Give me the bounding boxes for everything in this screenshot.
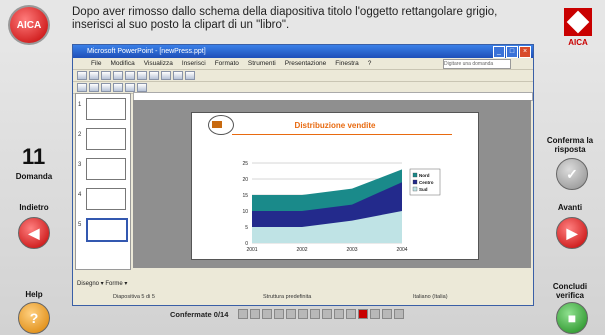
- menu-help[interactable]: ?: [368, 58, 372, 69]
- menu-file[interactable]: File: [91, 58, 101, 69]
- legend-swatch: [412, 179, 418, 185]
- back-label: Indietro: [19, 203, 49, 212]
- question-indicator[interactable]: [262, 309, 273, 319]
- x-tick-label: 2002: [296, 247, 307, 253]
- slide-thumbnail[interactable]: [86, 188, 126, 210]
- minimize-icon[interactable]: _: [493, 46, 505, 58]
- status-bar: Diapositiva 5 di 5 Struttura predefinita…: [73, 293, 531, 302]
- align-left-icon[interactable]: [113, 83, 123, 92]
- question-number: 11: [22, 144, 46, 169]
- quiz-logo: AICA: [8, 5, 50, 45]
- question-indicator[interactable]: [358, 309, 369, 319]
- question-indicator[interactable]: [346, 309, 357, 319]
- menu-bar: File Modifica Visualizza Inserisci Forma…: [73, 58, 533, 70]
- menu-slideshow[interactable]: Presentazione: [285, 58, 327, 69]
- print-icon[interactable]: [113, 71, 123, 80]
- question-indicator[interactable]: [370, 309, 381, 319]
- status-design: Struttura predefinita: [263, 294, 312, 300]
- confirm-label: Conferma la risposta: [546, 136, 594, 154]
- maximize-icon[interactable]: □: [506, 46, 518, 58]
- menu-window[interactable]: Finestra: [335, 58, 358, 69]
- progress-label: Confermate 0/14: [170, 309, 229, 319]
- question-indicator[interactable]: [238, 309, 249, 319]
- x-tick-label: 2004: [396, 247, 407, 253]
- forward-button[interactable]: ▶: [556, 217, 588, 249]
- save-icon[interactable]: [101, 71, 111, 80]
- underline-icon[interactable]: [101, 83, 111, 92]
- help-search-input[interactable]: Digitare una domanda: [443, 59, 511, 69]
- help-button[interactable]: ?: [18, 302, 50, 334]
- slide-thumbnail[interactable]: [86, 98, 126, 120]
- finish-button[interactable]: ■: [556, 302, 588, 334]
- x-tick-label: 2003: [346, 247, 357, 253]
- question-label: Domanda: [15, 172, 53, 181]
- legend-entry: Sud: [419, 187, 428, 192]
- menu-edit[interactable]: Modifica: [110, 58, 134, 69]
- progress-bar: Confermate 0/14: [170, 307, 405, 321]
- align-center-icon[interactable]: [125, 83, 135, 92]
- new-icon[interactable]: [77, 71, 87, 80]
- y-tick-label: 25: [242, 161, 248, 167]
- finish-label: Concludi verifica: [552, 282, 588, 300]
- y-tick-label: 15: [242, 193, 248, 199]
- paste-icon[interactable]: [149, 71, 159, 80]
- slide-thumbnail[interactable]: [86, 128, 126, 150]
- window-titlebar: Microsoft PowerPoint - [newPress.ppt] _ …: [73, 45, 533, 58]
- area-chart[interactable]: 25201510502001 2002 2003 2004NordCentroSud: [192, 113, 478, 259]
- copy-icon[interactable]: [137, 71, 147, 80]
- legend-entry: Nord: [419, 173, 430, 178]
- slide-thumbnail-selected[interactable]: [86, 218, 128, 242]
- status-language: Italiano (Italia): [413, 294, 448, 300]
- bold-icon[interactable]: [77, 83, 87, 92]
- chart-icon[interactable]: [173, 71, 183, 80]
- help-label: Help: [25, 290, 43, 299]
- header-bar: AICA Dopo aver rimosso dallo schema dell…: [0, 0, 605, 47]
- cut-icon[interactable]: [125, 71, 135, 80]
- question-indicator[interactable]: [250, 309, 261, 319]
- menu-view[interactable]: Visualizza: [144, 58, 173, 69]
- y-tick-label: 20: [242, 177, 248, 183]
- back-button[interactable]: ◀: [18, 217, 50, 249]
- open-icon[interactable]: [89, 71, 99, 80]
- close-icon[interactable]: ×: [519, 46, 531, 58]
- x-tick-label: 2001: [246, 247, 257, 253]
- powerpoint-window: Microsoft PowerPoint - [newPress.ppt] _ …: [72, 44, 534, 306]
- question-indicator[interactable]: [298, 309, 309, 319]
- question-indicator[interactable]: [274, 309, 285, 319]
- question-indicator[interactable]: [334, 309, 345, 319]
- question-indicator[interactable]: [310, 309, 321, 319]
- status-slide: Diapositiva 5 di 5: [113, 294, 155, 300]
- table-icon[interactable]: [185, 71, 195, 80]
- question-indicator[interactable]: [394, 309, 405, 319]
- aica-logo-icon: [564, 8, 592, 36]
- slide-thumbnail[interactable]: [86, 158, 126, 180]
- aica-logo: AICA: [556, 8, 600, 47]
- forward-label: Avanti: [557, 203, 583, 212]
- legend-swatch: [412, 172, 418, 178]
- legend-swatch: [412, 186, 418, 192]
- question-indicator[interactable]: [286, 309, 297, 319]
- current-slide[interactable]: Distribuzione vendite 25 20 15 10 5 0 2001 2002…: [191, 112, 479, 260]
- y-tick-label: 5: [245, 225, 248, 231]
- window-title: Microsoft PowerPoint - [newPress.ppt]: [87, 48, 206, 55]
- confirm-button[interactable]: ✓: [556, 158, 588, 190]
- question-text: Dopo aver rimosso dallo schema della dia…: [72, 6, 498, 31]
- y-tick-label: 10: [242, 209, 248, 215]
- slide-thumbnails-pane: 1 2 3 4 5: [75, 93, 131, 270]
- menu-insert[interactable]: Inserisci: [182, 58, 206, 69]
- menu-format[interactable]: Formato: [215, 58, 239, 69]
- standard-toolbar: [73, 70, 533, 82]
- slide-editing-area: Distribuzione vendite 25 20 15 10 5 0 2001 2002…: [133, 100, 531, 268]
- italic-icon[interactable]: [89, 83, 99, 92]
- menu-tools[interactable]: Strumenti: [248, 58, 276, 69]
- bottom-bars: Disegno ▾ Forme ▾ Diapositiva 5 di 5 Str…: [73, 267, 531, 303]
- question-indicator[interactable]: [382, 309, 393, 319]
- undo-icon[interactable]: [161, 71, 171, 80]
- question-indicator[interactable]: [322, 309, 333, 319]
- legend-entry: Centro: [419, 180, 434, 185]
- bullets-icon[interactable]: [137, 83, 147, 92]
- drawing-toolbar[interactable]: Disegno ▾ Forme ▾: [73, 279, 535, 289]
